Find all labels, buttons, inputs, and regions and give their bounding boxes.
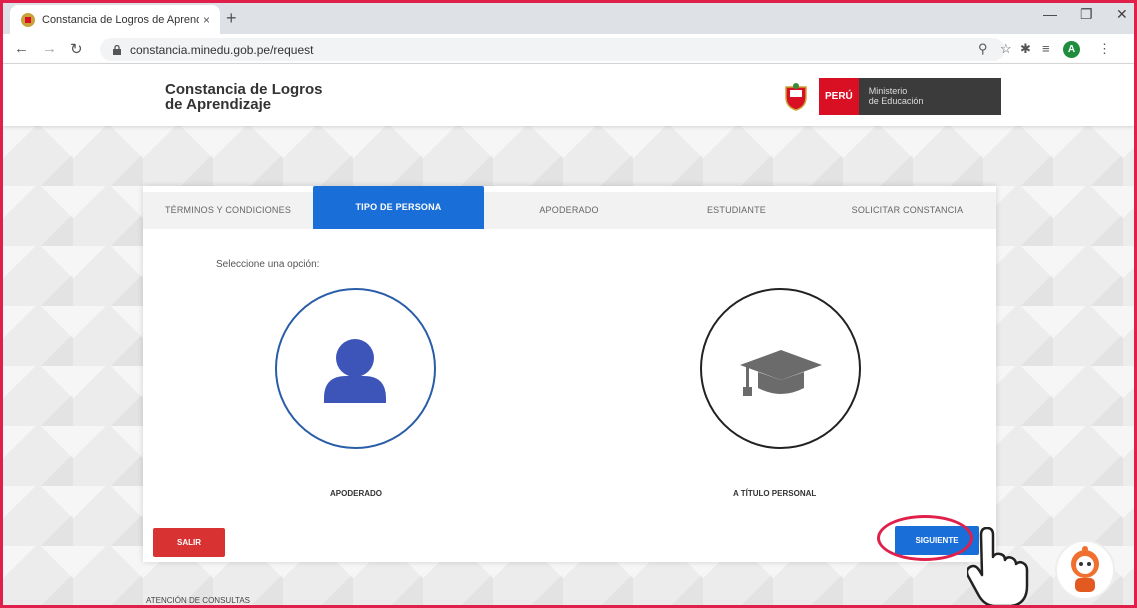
menu-icon[interactable]: ⋮ (1098, 41, 1111, 57)
forward-icon[interactable]: → (42, 40, 57, 57)
footer-consultas: ATENCIÓN DE CONSULTAS (146, 596, 251, 605)
lock-icon (113, 44, 121, 55)
bookmark-star-icon[interactable]: ☆ (1000, 41, 1012, 57)
select-option-prompt: Seleccione una opción: (216, 259, 320, 270)
logo-ministerio-line2: de Educación (868, 96, 924, 106)
zoom-icon[interactable]: ⚲ (978, 41, 988, 57)
new-tab-button[interactable]: + (226, 8, 237, 29)
ministry-logo: PERÚ Ministerio de Educación (783, 78, 1001, 115)
wizard-steps: TÉRMINOS Y CONDICIONES TIPO DE PERSONA A… (143, 186, 996, 229)
logo-peru: PERÚ (819, 78, 859, 115)
person-icon (324, 339, 386, 403)
site-title-line1: Constancia de Logros (165, 81, 323, 98)
step-tipo-persona[interactable]: TIPO DE PERSONA (313, 186, 484, 229)
address-bar[interactable]: constancia.minedu.gob.pe/request (100, 38, 1005, 61)
step-terminos[interactable]: TÉRMINOS Y CONDICIONES (143, 192, 313, 229)
profile-avatar[interactable]: A (1063, 41, 1080, 58)
exit-button[interactable]: SALIR (153, 528, 225, 557)
next-button-highlight-ring (877, 515, 973, 561)
option-apoderado[interactable] (275, 288, 436, 449)
maximize-icon[interactable]: ❐ (1080, 6, 1093, 23)
minimize-icon[interactable]: — (1043, 6, 1057, 22)
extensions-icon[interactable]: ✱ (1020, 41, 1031, 57)
option-apoderado-label: APODERADO (330, 489, 383, 498)
browser-toolbar: ← → ↻ constancia.minedu.gob.pe/request ⚲… (0, 34, 1137, 64)
step-estudiante[interactable]: ESTUDIANTE (654, 192, 819, 229)
wizard-card: TÉRMINOS Y CONDICIONES TIPO DE PERSONA A… (143, 186, 996, 562)
site-header: Constancia de Logros de Aprendizaje PERÚ… (3, 64, 1134, 126)
tab-close-icon[interactable]: × (203, 13, 210, 27)
assistant-bot-avatar[interactable] (1055, 540, 1115, 600)
robot-icon (1071, 546, 1099, 592)
option-titulo-personal-label: A TÍTULO PERSONAL (733, 489, 817, 498)
step-solicitar[interactable]: SOLICITAR CONSTANCIA (819, 192, 996, 229)
url-text: constancia.minedu.gob.pe/request (130, 42, 314, 57)
favicon-crest-icon (21, 12, 35, 27)
graduation-cap-icon (740, 350, 822, 396)
coat-of-arms-icon (785, 82, 807, 111)
site-title: Constancia de Logros de Aprendizaje (165, 82, 323, 112)
option-titulo-personal[interactable] (700, 288, 861, 449)
back-icon[interactable]: ← (14, 40, 29, 57)
site-title-line2: de Aprendizaje (165, 96, 272, 113)
browser-tab[interactable]: Constancia de Logros de Aprend × (10, 5, 220, 34)
tab-title: Constancia de Logros de Aprend (42, 13, 199, 26)
close-window-icon[interactable]: ✕ (1116, 6, 1128, 23)
reading-list-icon[interactable]: ≡ (1042, 41, 1050, 56)
logo-ministerio: Ministerio de Educación (858, 78, 1001, 115)
browser-tabbar: Constancia de Logros de Aprend × + — ❐ ✕ (0, 0, 1137, 34)
logo-ministerio-line1: Ministerio (868, 86, 908, 96)
step-apoderado[interactable]: APODERADO (484, 192, 654, 229)
pointing-hand-icon (967, 527, 1029, 607)
reload-icon[interactable]: ↻ (70, 40, 83, 58)
